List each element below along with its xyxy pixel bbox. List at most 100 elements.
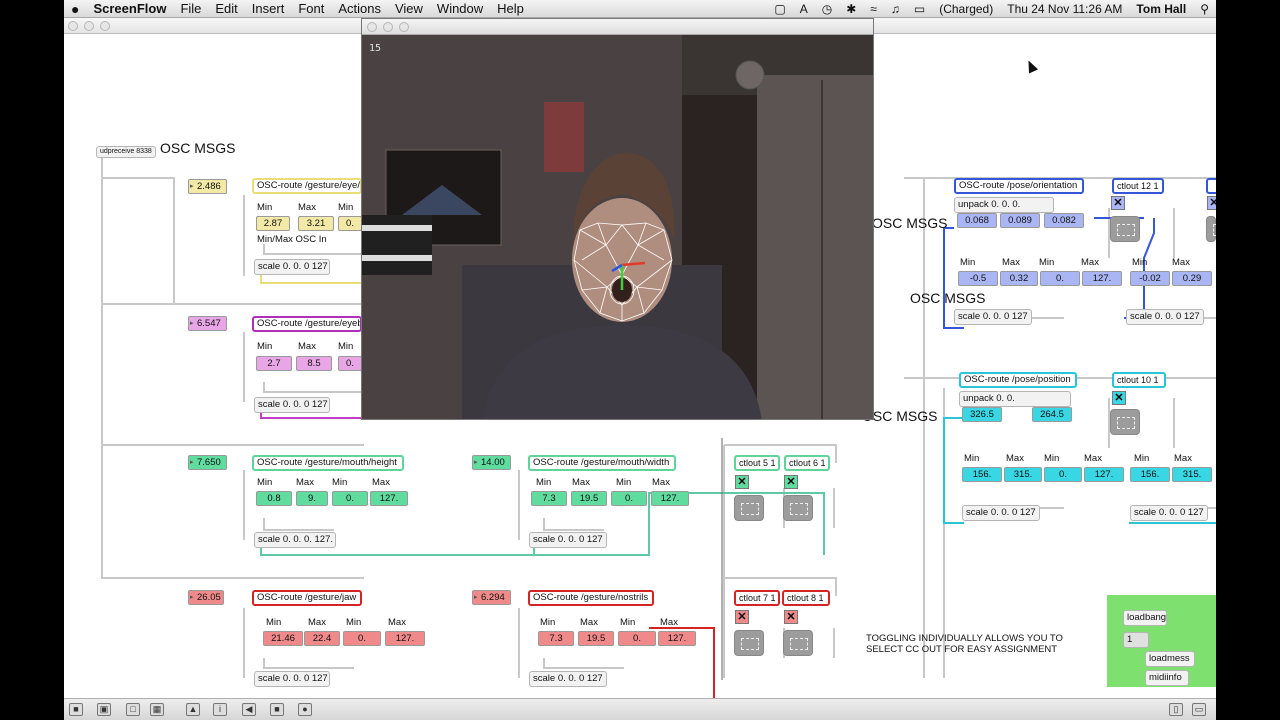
eye-other-box[interactable]: 0. [338, 216, 362, 231]
grid-icon[interactable]: ▦ [150, 703, 164, 716]
menu-app-screenflow[interactable]: ScreenFlow [86, 1, 173, 16]
orientation-b-min-box[interactable]: -0.02 [1130, 271, 1170, 286]
nostrils-scale-object[interactable]: scale 0. 0. 0 127 [529, 671, 607, 687]
position-min-box[interactable]: 156. [962, 467, 1002, 482]
format-icon[interactable]: ■ [270, 703, 284, 716]
spotlight-icon[interactable]: ⚲ [1193, 2, 1216, 16]
info-icon[interactable]: i [213, 703, 227, 716]
mouth-height-min-box[interactable]: 0.8 [256, 491, 292, 506]
eyebrow-other-box[interactable]: 0. [338, 356, 362, 371]
clock[interactable]: Thu 24 Nov 11:26 AM [1000, 2, 1129, 16]
menu-edit[interactable]: Edit [208, 1, 244, 16]
camera-icon[interactable]: ▢ [767, 2, 792, 16]
color-icon[interactable]: ● [298, 703, 312, 716]
mouth-width-min-box[interactable]: 7.3 [531, 491, 567, 506]
orientation-min-box[interactable]: -0.5 [958, 271, 998, 286]
eyebrow-number-box[interactable]: 6.547 [188, 316, 227, 331]
nostrils-min-box[interactable]: 7.3 [538, 631, 574, 646]
mouth-width-max-box[interactable]: 19.5 [571, 491, 607, 506]
mouth-height-scale-object[interactable]: scale 0. 0. 0. 127. [254, 532, 336, 548]
jaw-min2-box[interactable]: 0. [343, 631, 381, 646]
back-icon[interactable]: ◀ [242, 703, 256, 716]
ctlout-7-object[interactable]: ctlout 7 1 [734, 590, 780, 606]
position-b-min-box[interactable]: 156. [1130, 467, 1170, 482]
user-name[interactable]: Tom Hall [1129, 2, 1193, 16]
split-view-icon[interactable]: ▯ [1169, 703, 1183, 716]
ctlout-10-object[interactable]: ctlout 10 1 [1112, 372, 1166, 388]
jaw-route-object[interactable]: OSC-route /gesture/jaw [252, 590, 362, 606]
orientation-scale-object-2[interactable]: scale 0. 0. 0 127 [1126, 309, 1204, 325]
toggle-cc-partial[interactable]: ✕ [1207, 196, 1216, 210]
ctlout-8-object[interactable]: ctlout 8 1 [782, 590, 830, 606]
orientation-b-max-box[interactable]: 0.29 [1172, 271, 1212, 286]
ctlout-5-object[interactable]: ctlout 5 1 [734, 455, 780, 471]
position-route-object[interactable]: OSC-route /pose/position [959, 372, 1077, 388]
message-box-cc12[interactable] [1110, 216, 1140, 242]
nostrils-number-box[interactable]: 6.294 [472, 590, 511, 605]
nostrils-max-box[interactable]: 19.5 [578, 631, 614, 646]
menu-help[interactable]: Help [490, 1, 531, 16]
mouth-height-max2-box[interactable]: 127. [370, 491, 408, 506]
message-box-cc7[interactable] [734, 630, 764, 656]
menu-view[interactable]: View [388, 1, 430, 16]
webcam-minimize-button[interactable] [383, 22, 393, 32]
udpreceive-object[interactable]: udpreceive 8338 [96, 146, 156, 158]
message-box-cc6[interactable] [783, 495, 813, 521]
message-box-cc8[interactable] [783, 630, 813, 656]
eyebrow-max-box[interactable]: 8.5 [296, 356, 332, 371]
bluetooth-icon[interactable]: ✱ [839, 2, 863, 16]
adobe-icon[interactable]: A [793, 2, 815, 16]
volume-icon[interactable]: ♫ [884, 2, 907, 16]
eye-route-object[interactable]: OSC-route /gesture/eye/le [252, 178, 362, 194]
new-object-icon[interactable]: □ [126, 703, 140, 716]
midiinfo-object[interactable]: midiinfo [1145, 670, 1189, 686]
menu-window[interactable]: Window [430, 1, 490, 16]
position-max-box[interactable]: 315. [1004, 467, 1042, 482]
orientation-value-1[interactable]: 0.068 [957, 213, 997, 228]
toggle-cc6[interactable]: ✕ [784, 475, 798, 489]
lock-icon[interactable]: ■ [69, 703, 83, 716]
orientation-unpack-object[interactable]: unpack 0. 0. 0. [954, 197, 1054, 213]
nostrils-route-object[interactable]: OSC-route /gesture/nostrils [528, 590, 654, 606]
toggle-cc10[interactable]: ✕ [1112, 391, 1126, 405]
message-one[interactable]: 1 [1123, 632, 1149, 648]
toggle-cc12[interactable]: ✕ [1111, 196, 1125, 210]
eyebrow-min-box[interactable]: 2.7 [256, 356, 292, 371]
menu-actions[interactable]: Actions [331, 1, 388, 16]
webcam-zoom-button[interactable] [399, 22, 409, 32]
mouth-height-number-box[interactable]: 7.650 [188, 455, 227, 470]
jaw-min-box[interactable]: 21.46 [263, 631, 303, 646]
position-unpack-object[interactable]: unpack 0. 0. [959, 391, 1071, 407]
mouth-height-route-object[interactable]: OSC-route /gesture/mouth/height [252, 455, 404, 471]
position-scale-object-2[interactable]: scale 0. 0. 0 127 [1130, 505, 1208, 521]
position-value-1[interactable]: 326.5 [962, 407, 1002, 422]
wifi-icon[interactable]: ≈ [863, 2, 884, 16]
mouth-height-max-box[interactable]: 9. [296, 491, 328, 506]
mouth-width-min2-box[interactable]: 0. [611, 491, 647, 506]
apple-menu-icon[interactable]: ● [64, 1, 86, 17]
mouth-width-number-box[interactable]: 14.00 [472, 455, 511, 470]
position-scale-object-1[interactable]: scale 0. 0. 0 127 [962, 505, 1040, 521]
loadbang-object[interactable]: loadbang [1123, 610, 1167, 626]
eyebrow-route-object[interactable]: OSC-route /gesture/eyeb [252, 316, 362, 332]
mouth-width-scale-object[interactable]: scale 0. 0. 0 127 [529, 532, 607, 548]
eye-number-box[interactable]: 2.486 [188, 179, 227, 194]
jaw-number-box[interactable]: 26.05 [188, 590, 224, 605]
eye-min-box[interactable]: 2.87 [256, 216, 290, 231]
loadmess-object[interactable]: loadmess [1145, 651, 1195, 667]
jaw-max-box[interactable]: 22.4 [304, 631, 340, 646]
toggle-cc5[interactable]: ✕ [735, 475, 749, 489]
position-max2-box[interactable]: 127. [1084, 467, 1124, 482]
orientation-max2-box[interactable]: 127. [1082, 271, 1122, 286]
position-min2-box[interactable]: 0. [1044, 467, 1082, 482]
nostrils-min2-box[interactable]: 0. [618, 631, 656, 646]
position-b-max-box[interactable]: 315. [1172, 467, 1212, 482]
orientation-min2-box[interactable]: 0. [1040, 271, 1080, 286]
message-box-cc10[interactable] [1110, 409, 1140, 435]
presentation-icon[interactable]: ▣ [97, 703, 111, 716]
toggle-cc8[interactable]: ✕ [784, 610, 798, 624]
menu-file[interactable]: File [173, 1, 208, 16]
toggle-cc7[interactable]: ✕ [735, 610, 749, 624]
webcam-window[interactable]: 15 [361, 18, 874, 420]
orientation-value-2[interactable]: 0.089 [1000, 213, 1040, 228]
